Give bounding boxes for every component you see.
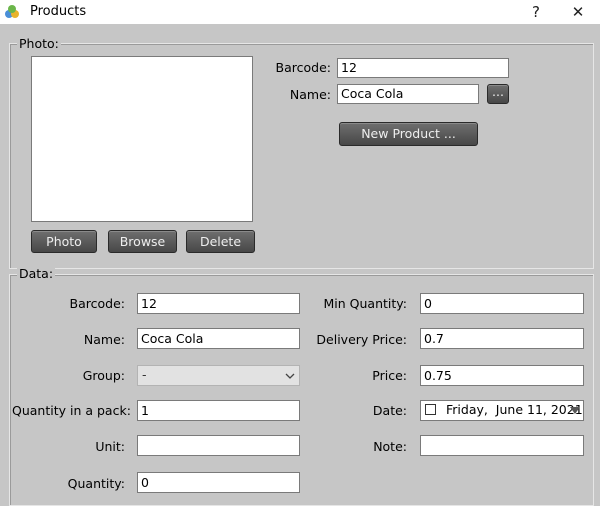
photo-button[interactable]: Photo — [31, 230, 97, 253]
delete-button[interactable]: Delete — [186, 230, 255, 253]
min-quantity-field[interactable]: 0 — [420, 293, 584, 314]
window-client-area: Photo: Photo Browse Delete Barcode: 12 N… — [0, 24, 600, 506]
quantity-in-pack-label: Quantity in a pack: — [12, 403, 131, 418]
close-button[interactable]: ✕ — [560, 0, 596, 24]
new-product-button[interactable]: New Product ... — [339, 122, 478, 146]
photo-group-legend: Photo: — [17, 36, 61, 51]
note-label: Note: — [373, 439, 407, 454]
quantity-label: Quantity: — [67, 476, 125, 491]
min-quantity-label: Min Quantity: — [323, 296, 407, 311]
window-title: Products — [30, 4, 87, 19]
quantity-in-pack-field[interactable]: 1 — [137, 400, 300, 421]
title-bar: Products ? ✕ — [0, 0, 600, 24]
date-checkbox[interactable] — [425, 404, 436, 415]
note-field[interactable] — [420, 435, 584, 456]
help-button[interactable]: ? — [518, 0, 554, 24]
chevron-down-icon — [285, 373, 295, 379]
date-picker[interactable]: Friday, June 11, 2021 — [420, 400, 584, 421]
photo-barcode-label: Barcode: — [275, 60, 331, 75]
price-field[interactable]: 0.75 — [420, 365, 584, 386]
barcode-label: Barcode: — [69, 296, 125, 311]
group-select-value: - — [142, 367, 147, 382]
date-label: Date: — [372, 403, 407, 418]
group-label: Group: — [82, 368, 125, 383]
photo-name-field[interactable]: Coca Cola — [337, 84, 479, 104]
unit-field[interactable] — [137, 435, 300, 456]
name-label: Name: — [83, 332, 125, 347]
photo-preview — [31, 56, 253, 222]
app-icon — [5, 5, 19, 18]
data-group-legend: Data: — [17, 266, 56, 281]
quantity-field[interactable]: 0 — [137, 472, 300, 493]
barcode-field[interactable]: 12 — [137, 293, 300, 314]
photo-name-label: Name: — [289, 87, 331, 102]
date-value: Friday, June 11, 2021 — [446, 402, 583, 417]
photo-barcode-field[interactable]: 12 — [337, 58, 509, 78]
delivery-price-field[interactable]: 0.7 — [420, 328, 584, 349]
group-select[interactable]: - — [137, 365, 300, 386]
name-field[interactable]: Coca Cola — [137, 328, 300, 349]
name-lookup-button[interactable]: ... — [487, 84, 509, 104]
unit-label: Unit: — [95, 439, 125, 454]
price-label: Price: — [372, 368, 407, 383]
calendar-dropdown-icon[interactable] — [569, 406, 581, 416]
browse-button[interactable]: Browse — [108, 230, 177, 253]
delivery-price-label: Delivery Price: — [316, 332, 407, 347]
